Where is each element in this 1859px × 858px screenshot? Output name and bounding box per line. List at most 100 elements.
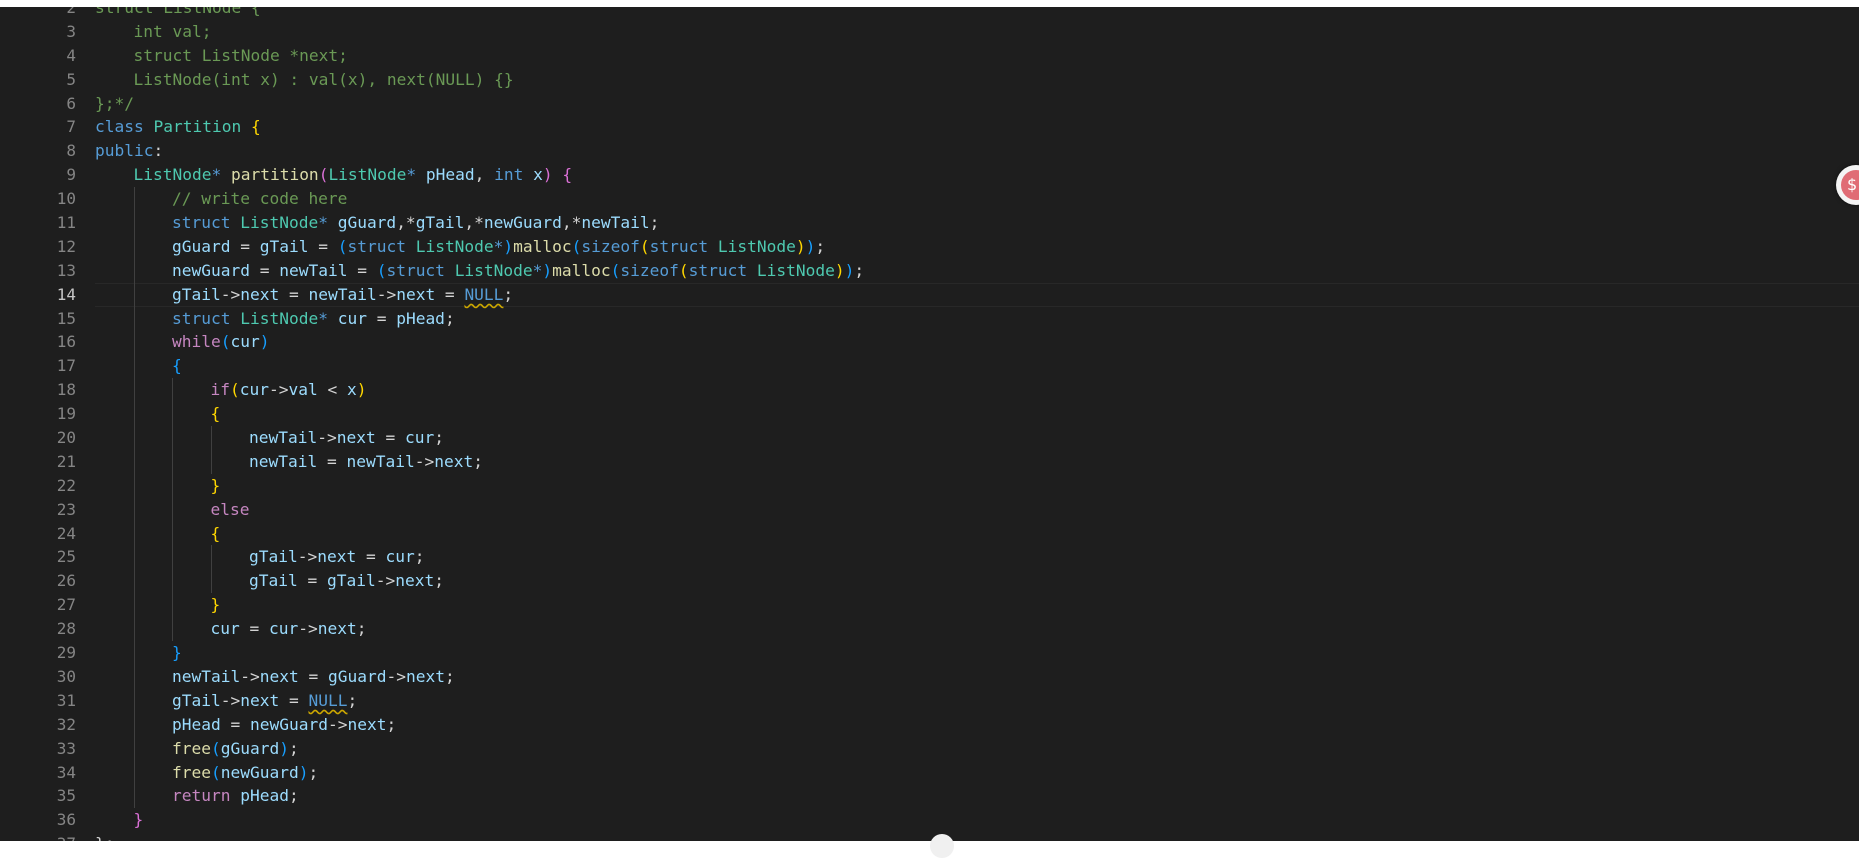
code-token: next xyxy=(259,666,299,686)
code-text[interactable]: } xyxy=(211,474,221,498)
code-text[interactable]: ListNode(int x) : val(x), next(NULL) {} xyxy=(134,68,514,92)
code-text[interactable]: struct ListNode { xyxy=(95,7,261,20)
code-token: newTail xyxy=(249,451,318,471)
code-line[interactable]: 18 if(cur->val < x) xyxy=(0,378,1859,403)
indent-guide xyxy=(133,545,135,570)
code-line[interactable]: 23 else xyxy=(0,497,1859,522)
code-token: next xyxy=(317,547,357,567)
code-text[interactable]: { xyxy=(211,522,221,546)
code-text[interactable]: struct ListNode* gGuard,*gTail,*newGuard… xyxy=(172,211,659,235)
indent-guide xyxy=(133,187,135,212)
code-line[interactable]: 6};*/ xyxy=(0,92,1859,116)
code-text[interactable]: return pHead; xyxy=(172,784,299,808)
scroll-indicator[interactable] xyxy=(930,834,954,858)
code-text[interactable]: gTail->next = newTail->next = NULL; xyxy=(172,283,513,307)
code-lines[interactable]: 2 struct ListNode {3 int val; 4 struct ListN… xyxy=(0,7,1859,841)
code-text[interactable]: gTail->next = cur; xyxy=(249,545,424,569)
code-text[interactable]: } xyxy=(134,808,144,832)
line-number: 2 xyxy=(66,7,76,17)
code-line[interactable]: 4 struct ListNode *next; xyxy=(0,44,1859,68)
code-text[interactable]: };*/ xyxy=(95,92,134,116)
code-line[interactable]: 19 { xyxy=(0,402,1859,427)
code-line[interactable]: 22} xyxy=(0,473,1859,498)
indent-guide xyxy=(133,617,135,642)
code-line[interactable]: 17 { xyxy=(0,354,1859,379)
code-text[interactable]: int val; xyxy=(134,20,212,44)
code-line[interactable]: 8 public: xyxy=(0,139,1859,163)
code-text[interactable]: } xyxy=(172,641,182,665)
indent-guide xyxy=(133,258,135,283)
code-text[interactable]: pHead = newGuard->next; xyxy=(172,713,396,737)
code-line[interactable]: 12 gGuard = gTail = (struct ListNode*)mal… xyxy=(0,234,1859,259)
code-text[interactable]: // write code here xyxy=(172,187,347,211)
code-text[interactable]: { xyxy=(172,354,182,378)
code-token: { xyxy=(172,356,182,376)
code-line[interactable]: 11 struct ListNode* gGuard,*gTail,*newGua… xyxy=(0,211,1859,235)
code-text[interactable]: struct ListNode* cur = pHead; xyxy=(172,307,455,331)
code-text[interactable]: if(cur->val < x) xyxy=(211,378,367,402)
code-text[interactable]: cur = cur->next; xyxy=(211,617,367,641)
line-number: 9 xyxy=(66,165,76,185)
code-text[interactable]: struct ListNode *next; xyxy=(134,44,348,68)
code-line[interactable]: 21 newTail = newTail->next; xyxy=(0,449,1859,474)
code-token: } xyxy=(133,810,144,830)
code-text[interactable]: newTail->next = gGuard->next; xyxy=(172,665,455,689)
indent-guide xyxy=(210,545,212,570)
code-token: ; xyxy=(444,666,455,686)
code-token: ( xyxy=(639,236,650,256)
code-line[interactable]: 28 cur = cur->next; xyxy=(0,617,1859,642)
code-line[interactable]: 31 gTail->next = NULL; xyxy=(0,688,1859,713)
code-line[interactable]: 30 newTail->next = gGuard->next; xyxy=(0,664,1859,689)
code-text[interactable]: free(newGuard); xyxy=(172,761,318,785)
code-text[interactable]: public: xyxy=(95,139,163,163)
line-number: 21 xyxy=(56,451,76,471)
code-text[interactable]: }; xyxy=(95,832,115,841)
code-token: newTail xyxy=(308,284,377,304)
code-token: cur xyxy=(230,332,260,352)
code-text[interactable]: newGuard = newTail = (struct ListNode*)m… xyxy=(172,259,864,283)
code-line[interactable]: 20 newTail->next = cur; xyxy=(0,426,1859,450)
code-line[interactable]: 27} xyxy=(0,593,1859,618)
code-text[interactable]: gTail = gTail->next; xyxy=(249,569,444,593)
code-line[interactable]: 5 ListNode(int x) : val(x), next(NULL) {} xyxy=(0,68,1859,92)
code-line[interactable]: 37}; xyxy=(0,832,1859,841)
code-token: free xyxy=(172,762,211,782)
code-text[interactable]: else xyxy=(211,498,250,522)
code-line[interactable]: 32 pHead = newGuard->next; xyxy=(0,712,1859,737)
code-line[interactable]: 34 free(newGuard); xyxy=(0,760,1859,785)
code-editor[interactable]: 2 struct ListNode {3 int val; 4 struct ListN… xyxy=(0,7,1859,841)
code-text[interactable]: newTail->next = cur; xyxy=(249,426,444,450)
code-line[interactable]: 33 free(gGuard); xyxy=(0,736,1859,761)
code-text[interactable]: ListNode* partition(ListNode* pHead, int… xyxy=(134,163,573,187)
code-text[interactable]: { xyxy=(211,402,221,426)
code-text[interactable]: newTail = newTail->next; xyxy=(249,450,483,474)
code-line[interactable]: 16 while(cur) xyxy=(0,330,1859,355)
code-text[interactable]: gTail->next = NULL; xyxy=(172,689,357,713)
code-line[interactable]: 24 { xyxy=(0,521,1859,546)
code-line[interactable]: 2 struct ListNode { xyxy=(0,7,1859,20)
indent-guide xyxy=(133,378,135,403)
code-line[interactable]: 14 gTail->next = newTail->next = NULL; xyxy=(0,282,1859,307)
code-line[interactable]: 29} xyxy=(0,641,1859,665)
code-line[interactable]: 15 struct ListNode* cur = pHead; xyxy=(0,306,1859,331)
code-line[interactable]: 26 gTail = gTail->next; xyxy=(0,569,1859,594)
code-token: cur xyxy=(269,619,299,639)
code-text[interactable]: gGuard = gTail = (struct ListNode*)mallo… xyxy=(172,235,825,259)
code-text[interactable]: while(cur) xyxy=(172,330,269,354)
code-line[interactable]: 25 gTail->next = cur; xyxy=(0,545,1859,570)
code-line[interactable]: 36} xyxy=(0,808,1859,832)
code-line[interactable]: 10 // write code here xyxy=(0,187,1859,212)
indent-guide xyxy=(210,426,212,450)
code-token: ; xyxy=(288,786,299,806)
code-line[interactable]: 35 return pHead; xyxy=(0,784,1859,809)
code-token: ListNode xyxy=(415,236,494,256)
code-line[interactable]: 9 ListNode* partition(ListNode* pHead, in… xyxy=(0,163,1859,187)
code-text[interactable]: } xyxy=(211,593,221,617)
code-text[interactable]: free(gGuard); xyxy=(172,737,299,761)
code-text[interactable]: class Partition { xyxy=(95,115,261,139)
code-line[interactable]: 3 int val; xyxy=(0,20,1859,44)
code-token: = xyxy=(356,547,386,567)
code-line[interactable]: 13 newGuard = newTail = (struct ListNode*… xyxy=(0,258,1859,283)
code-line[interactable]: 7 class Partition { xyxy=(0,115,1859,139)
indent-guide xyxy=(172,402,173,427)
